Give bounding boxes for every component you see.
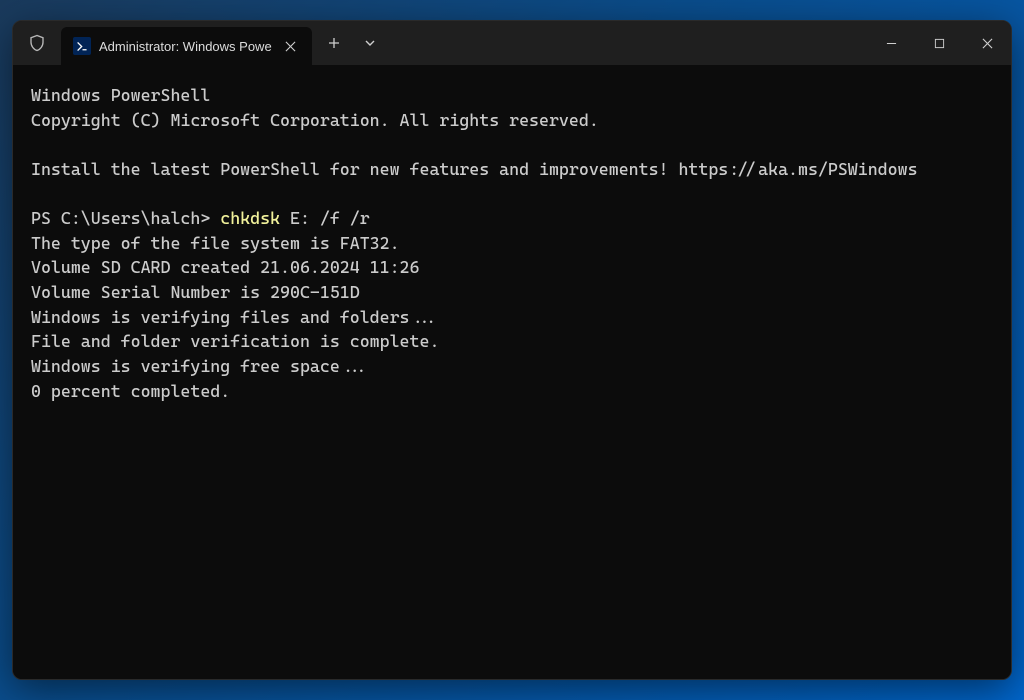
terminal-line: Volume SD CARD created 21.06.2024 11:26	[31, 257, 419, 277]
chevron-down-icon	[364, 37, 376, 49]
terminal-line: Install the latest PowerShell for new fe…	[31, 159, 918, 179]
terminal-window: Administrator: Windows Powe	[12, 20, 1012, 680]
window-controls	[867, 21, 1011, 65]
terminal-line: Windows is verifying free space...	[31, 356, 370, 376]
prompt-line: PS C:\Users\halch> chkdsk E: /f /r	[31, 208, 370, 228]
shield-icon-column	[13, 21, 61, 65]
terminal-line: Copyright (C) Microsoft Corporation. All…	[31, 110, 599, 130]
prompt-text: PS C:\Users\halch>	[31, 208, 220, 228]
tab-active[interactable]: Administrator: Windows Powe	[61, 27, 312, 65]
terminal-line: Windows PowerShell	[31, 85, 210, 105]
terminal-line: File and folder verification is complete…	[31, 331, 439, 351]
command-args: E: /f /r	[280, 208, 370, 228]
new-tab-button[interactable]	[316, 25, 352, 61]
powershell-icon	[73, 37, 91, 55]
tab-actions	[312, 21, 388, 65]
titlebar: Administrator: Windows Powe	[13, 21, 1011, 65]
shield-icon	[28, 34, 46, 52]
tab-dropdown-button[interactable]	[352, 25, 388, 61]
terminal-line: The type of the file system is FAT32.	[31, 233, 400, 253]
tab-title: Administrator: Windows Powe	[99, 39, 272, 54]
command-name: chkdsk	[220, 208, 280, 228]
maximize-button[interactable]	[915, 21, 963, 65]
terminal-content[interactable]: Windows PowerShell Copyright (C) Microso…	[13, 65, 1011, 679]
titlebar-drag-area[interactable]	[388, 21, 867, 65]
close-button[interactable]	[963, 21, 1011, 65]
tab-close-button[interactable]	[280, 35, 302, 57]
minimize-button[interactable]	[867, 21, 915, 65]
terminal-line: Windows is verifying files and folders..…	[31, 307, 439, 327]
terminal-line: 0 percent completed.	[31, 381, 230, 401]
terminal-line: Volume Serial Number is 290C-151D	[31, 282, 360, 302]
